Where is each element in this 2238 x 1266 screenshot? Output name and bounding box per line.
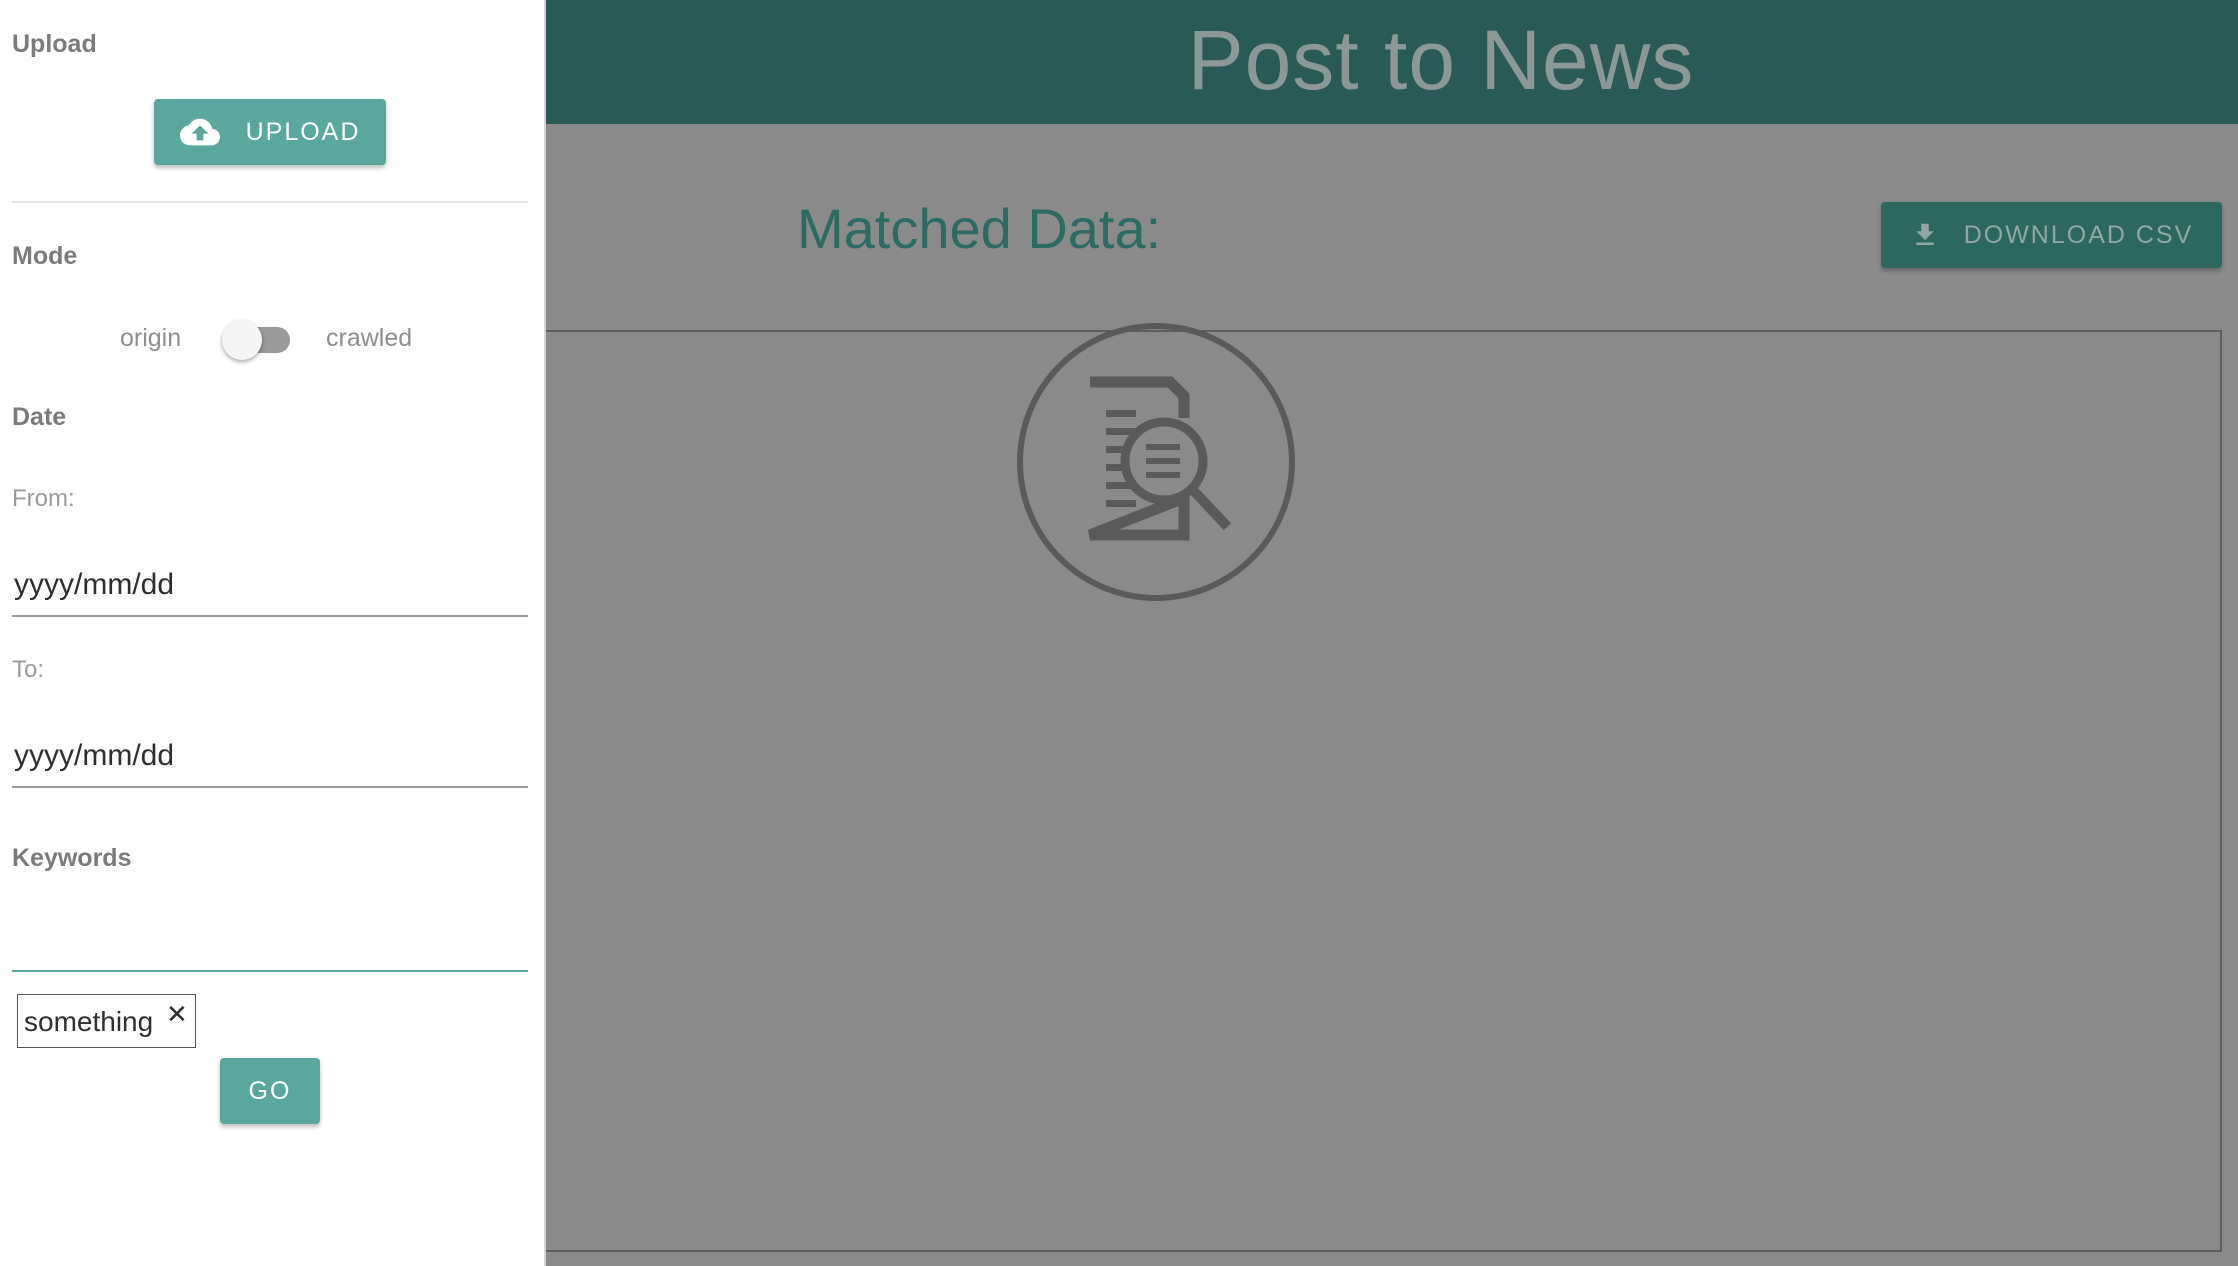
cloud-upload-icon — [179, 118, 220, 146]
app-root: Post to News Matched Data: DOWNLOAD CSV — [0, 0, 2238, 1266]
go-button[interactable]: GO — [220, 1058, 320, 1124]
keyword-chip: something ✕ — [17, 994, 196, 1048]
upload-button[interactable]: UPLOAD — [154, 99, 386, 165]
download-csv-label: DOWNLOAD CSV — [1963, 220, 2194, 249]
mode-crawled-label: crawled — [326, 324, 413, 352]
from-date-input[interactable] — [12, 555, 528, 617]
download-icon — [1915, 223, 1934, 245]
app-header: Post to News — [546, 0, 2238, 124]
mode-origin-label: origin — [120, 324, 182, 352]
close-icon[interactable]: ✕ — [166, 1001, 188, 1027]
upload-section-label: Upload — [12, 30, 97, 58]
date-section-label: Date — [12, 403, 67, 431]
mode-toggle-knob[interactable] — [222, 320, 262, 360]
download-csv-button[interactable]: DOWNLOAD CSV — [1881, 202, 2222, 268]
matched-data-heading: Matched Data: — [797, 197, 1162, 260]
sidebar: Upload UPLOAD Mode origin crawled Date F… — [0, 0, 546, 1266]
keywords-input[interactable] — [12, 900, 528, 972]
divider — [12, 201, 528, 203]
to-label: To: — [12, 656, 45, 683]
from-label: From: — [12, 485, 75, 512]
main-area: Post to News Matched Data: DOWNLOAD CSV — [546, 0, 2238, 1266]
upload-button-label: UPLOAD — [245, 117, 361, 146]
keywords-section-label: Keywords — [12, 844, 132, 872]
to-date-input[interactable] — [12, 726, 528, 788]
document-search-icon — [1017, 323, 1295, 601]
keyword-chip-label: something — [24, 1006, 154, 1037]
mode-section-label: Mode — [12, 242, 78, 270]
results-panel — [546, 330, 2222, 1252]
page-title: Post to News — [1187, 12, 1695, 107]
